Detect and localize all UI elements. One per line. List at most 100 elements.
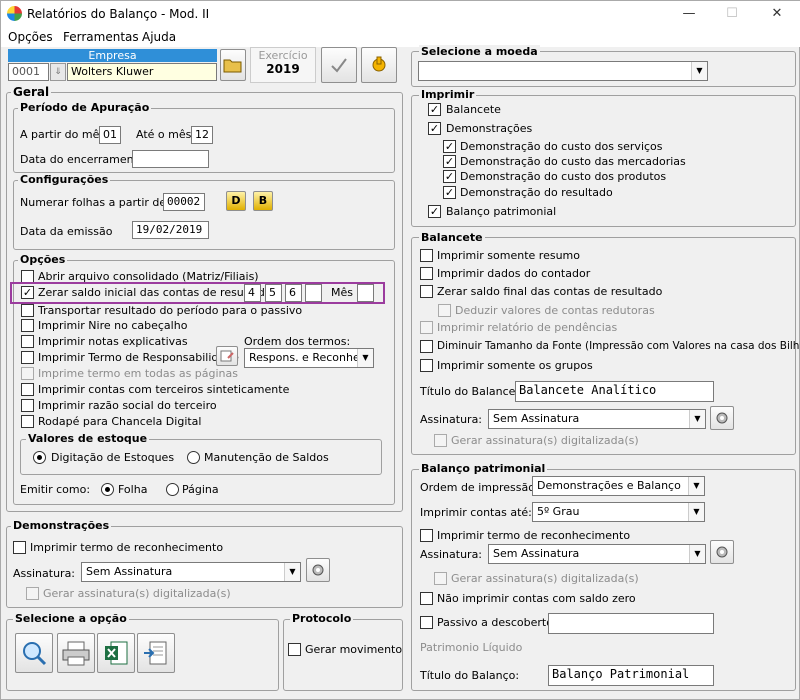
dem-gerar-assinatura-checkbox[interactable] [26, 587, 39, 600]
export-excel-button[interactable] [97, 633, 135, 673]
transportar-label: Transportar resultado do período para o … [38, 304, 303, 317]
menu-bar: Opções Ferramentas Ajuda [1, 27, 800, 47]
bp-contas-ate-label: Imprimir contas até: [420, 506, 532, 519]
to-month-field[interactable]: 12 [191, 126, 213, 144]
tools-button[interactable] [361, 47, 397, 83]
termo-edit-button[interactable] [216, 346, 238, 366]
rodape-checkbox[interactable] [21, 415, 34, 428]
bal-pendencias-label: Imprimir relatório de pendências [437, 321, 618, 334]
bp-ordem-select[interactable]: Demonstrações e Balanço ▼ [532, 476, 705, 496]
pagina-radio[interactable] [166, 483, 179, 496]
bp-assinatura-select[interactable]: Sem Assinatura ▼ [488, 544, 706, 564]
bp-passivo-descoberto-checkbox[interactable] [420, 616, 433, 629]
bal-somente-grupos-checkbox[interactable] [420, 359, 433, 372]
imp-resultado-checkbox[interactable]: ✓ [443, 186, 456, 199]
ordem-termos-select[interactable]: Respons. e Reconhec. ▼ [244, 348, 374, 368]
termo-resp-label: Imprimir Termo de Responsabilidade [38, 351, 239, 364]
transportar-checkbox[interactable] [21, 304, 34, 317]
zerar-month-a-field[interactable]: 4 [244, 284, 261, 302]
check-button[interactable] [321, 47, 357, 83]
bp-titulo-field[interactable]: Balanço Patrimonial [548, 665, 714, 686]
dem-imprimir-termo-checkbox[interactable] [13, 541, 26, 554]
title-bar: Relatórios do Balanço - Mod. II — ☐ ✕ [1, 1, 800, 27]
bal-zerar-saldo-final-checkbox[interactable] [420, 285, 433, 298]
termo-resp-checkbox[interactable] [21, 351, 34, 364]
imp-balancete-checkbox[interactable]: ✓ [428, 103, 441, 116]
emissao-field[interactable]: 19/02/2019 [132, 221, 209, 239]
zerar-month-d-field[interactable] [305, 284, 322, 302]
bal-assinatura-config-button[interactable] [710, 406, 734, 430]
imprime-termo-todas-checkbox[interactable] [21, 367, 34, 380]
b-button[interactable]: B [253, 191, 273, 211]
menu-ferramentas[interactable]: Ferramentas [63, 30, 139, 44]
dem-assinatura-select[interactable]: Sem Assinatura ▼ [81, 562, 301, 582]
bp-gerar-assinatura-checkbox[interactable] [434, 572, 447, 585]
printer-icon [62, 641, 90, 666]
imp-resultado-label: Demonstração do resultado [460, 186, 613, 199]
gear-icon [312, 564, 324, 576]
minimize-button[interactable]: — [679, 5, 699, 23]
close-button[interactable]: ✕ [767, 5, 787, 23]
digitacao-radio[interactable] [33, 451, 46, 464]
export-document-button[interactable] [137, 633, 175, 673]
bal-gerar-assinatura-checkbox[interactable] [434, 434, 447, 447]
balanco-title: Balanço patrimonial [419, 462, 548, 475]
razao-social-checkbox[interactable] [21, 399, 34, 412]
imp-custo-mercadorias-label: Demonstração do custo das mercadorias [460, 155, 686, 168]
bp-contas-ate-select[interactable]: 5º Grau ▼ [532, 502, 705, 522]
moeda-select[interactable]: ▼ [418, 61, 708, 81]
zerar-month-c-field[interactable]: 6 [285, 284, 302, 302]
encerramento-label: Data do encerramento [20, 153, 145, 166]
folha-radio[interactable] [101, 483, 114, 496]
manutencao-radio[interactable] [187, 451, 200, 464]
zerar-saldo-checkbox[interactable]: ✓ [21, 286, 34, 299]
notas-checkbox[interactable] [21, 335, 34, 348]
bp-passivo-field[interactable] [548, 613, 714, 634]
dem-assinatura-config-button[interactable] [306, 558, 330, 582]
imp-custo-mercadorias-checkbox[interactable]: ✓ [443, 155, 456, 168]
gear-icon [716, 412, 728, 424]
mes-field[interactable] [357, 284, 374, 302]
print-button[interactable] [57, 633, 95, 673]
maximize-button[interactable]: ☐ [722, 5, 742, 23]
notas-label: Imprimir notas explicativas [38, 335, 188, 348]
encerramento-field[interactable] [132, 150, 209, 168]
empresa-lookup-button[interactable]: ⇓ [50, 63, 66, 81]
imp-balanco-checkbox[interactable]: ✓ [428, 205, 441, 218]
zerar-month-b-field[interactable]: 5 [265, 284, 282, 302]
folhas-field[interactable]: 00002 [163, 193, 205, 211]
bal-deduzir-label: Deduzir valores de contas redutoras [455, 304, 655, 317]
bal-assinatura-select[interactable]: Sem Assinatura ▼ [488, 409, 706, 429]
window-title: Relatórios do Balanço - Mod. II [27, 7, 210, 21]
bal-gerar-assinatura-label: Gerar assinatura(s) digitalizada(s) [451, 434, 639, 447]
from-month-field[interactable]: 01 [99, 126, 121, 144]
empresa-name-field[interactable]: Wolters Kluwer [67, 63, 217, 81]
nire-checkbox[interactable] [21, 319, 34, 332]
menu-ajuda[interactable]: Ajuda [142, 30, 176, 44]
menu-opcoes[interactable]: Opções [8, 30, 53, 44]
open-folder-button[interactable] [220, 49, 246, 81]
preview-button[interactable] [15, 633, 53, 673]
gerar-movimento-checkbox[interactable] [288, 643, 301, 656]
chevron-down-icon: ▼ [688, 477, 704, 495]
bp-assinatura-label: Assinatura: [420, 548, 483, 561]
bp-nao-imprimir-zero-checkbox[interactable] [420, 592, 433, 605]
contas-terceiros-checkbox[interactable] [21, 383, 34, 396]
exercicio-box: Exercício 2019 [250, 47, 316, 83]
bal-dados-contador-checkbox[interactable] [420, 267, 433, 280]
bal-diminuir-fonte-checkbox[interactable] [420, 340, 433, 353]
bp-contas-ate-value: 5º Grau [537, 505, 580, 518]
d-button[interactable]: D [226, 191, 246, 211]
hand-icon [372, 56, 386, 72]
bal-pendencias-checkbox[interactable] [420, 321, 433, 334]
bal-titulo-field[interactable]: Balancete Analítico [515, 381, 714, 402]
bal-deduzir-checkbox[interactable] [438, 304, 451, 317]
imp-custo-servicos-checkbox[interactable]: ✓ [443, 140, 456, 153]
mes-label: Mês [331, 286, 353, 299]
bal-somente-resumo-checkbox[interactable] [420, 249, 433, 262]
bp-assinatura-config-button[interactable] [710, 540, 734, 564]
bp-imprimir-termo-checkbox[interactable] [420, 529, 433, 542]
imp-custo-produtos-checkbox[interactable]: ✓ [443, 170, 456, 183]
imp-demonstracoes-checkbox[interactable]: ✓ [428, 122, 441, 135]
empresa-code-field[interactable]: 0001 [8, 63, 49, 81]
